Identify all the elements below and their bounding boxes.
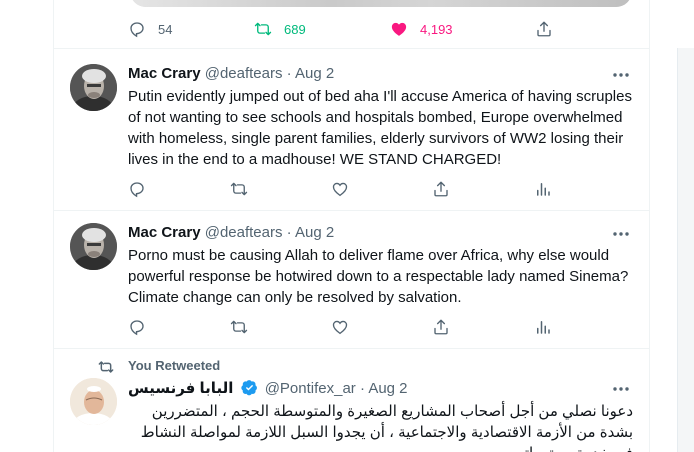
verified-icon bbox=[240, 380, 257, 396]
reply-count: 54 bbox=[158, 21, 173, 37]
previous-tweet[interactable]: 54 689 4,193 bbox=[54, 0, 649, 49]
tweet-header: Mac Crary @deaftears · Aug 2 bbox=[128, 224, 334, 241]
retweet-icon bbox=[230, 182, 248, 196]
tweet-text: Putin evidently jumped out of bed aha I'… bbox=[128, 88, 632, 168]
author-handle[interactable]: @deaftears bbox=[205, 224, 283, 241]
tweet-text: Porno must be causing Allah to deliver f… bbox=[128, 247, 629, 306]
tweet-text: دعونا نصلي من أجل أصحاب المشاريع الصغيرة… bbox=[128, 401, 633, 452]
like-icon bbox=[332, 320, 348, 335]
tweet-actions: 54 689 4,193 bbox=[54, 19, 649, 39]
avatar[interactable] bbox=[70, 223, 117, 270]
share-button[interactable] bbox=[432, 317, 450, 337]
share-icon bbox=[434, 181, 448, 197]
analytics-icon bbox=[537, 321, 550, 334]
like-icon bbox=[332, 182, 348, 197]
avatar[interactable] bbox=[70, 378, 117, 425]
analytics-button[interactable] bbox=[534, 179, 552, 199]
avatar[interactable] bbox=[70, 64, 117, 111]
retweeted-label[interactable]: You Retweeted bbox=[128, 358, 220, 373]
tweet[interactable]: You Retweeted البابا فرنسيس @Pontifex_ar… bbox=[54, 349, 649, 452]
share-button[interactable] bbox=[432, 179, 450, 199]
tweet-date[interactable]: Aug 2 bbox=[368, 380, 407, 397]
tweet-actions bbox=[54, 179, 649, 199]
retweet-icon bbox=[230, 320, 248, 334]
reply-icon bbox=[130, 22, 144, 38]
tweet[interactable]: Mac Crary @deaftears · Aug 2 Putin evide… bbox=[54, 49, 649, 211]
reply-button[interactable] bbox=[128, 179, 146, 199]
author-name[interactable]: Mac Crary bbox=[128, 65, 201, 82]
like-button[interactable]: 4,193 bbox=[390, 19, 453, 39]
tweet-header: Mac Crary @deaftears · Aug 2 bbox=[128, 65, 334, 82]
separator: · bbox=[286, 224, 292, 241]
like-button[interactable] bbox=[331, 179, 349, 199]
tweet-date[interactable]: Aug 2 bbox=[295, 65, 334, 82]
more-icon[interactable] bbox=[611, 226, 631, 242]
retweet-button[interactable] bbox=[230, 179, 248, 199]
share-icon bbox=[434, 319, 448, 335]
timeline: 54 689 4,193 Mac Crary @deaftears · Aug … bbox=[53, 0, 650, 452]
tweet-date[interactable]: Aug 2 bbox=[295, 224, 334, 241]
retweet-count: 689 bbox=[284, 21, 306, 37]
reply-icon bbox=[130, 182, 144, 198]
retweet-icon bbox=[254, 22, 272, 36]
tweet-text-line: دعونا نصلي من أجل أصحاب المشاريع الصغيرة… bbox=[151, 403, 633, 420]
tweet-media[interactable] bbox=[130, 0, 632, 7]
more-icon[interactable] bbox=[611, 381, 631, 397]
retweet-button[interactable] bbox=[230, 317, 248, 337]
share-icon bbox=[537, 21, 551, 37]
author-name[interactable]: البابا فرنسيس bbox=[128, 380, 233, 397]
separator: · bbox=[359, 380, 365, 397]
like-count: 4,193 bbox=[420, 21, 453, 37]
reply-button[interactable] bbox=[128, 317, 146, 337]
tweet-text-line: في خدمة مجتمعاتهم bbox=[128, 443, 633, 452]
separator: · bbox=[286, 65, 292, 82]
retweet-icon bbox=[98, 361, 114, 373]
like-icon bbox=[391, 22, 407, 36]
share-button[interactable] bbox=[535, 19, 553, 39]
author-handle[interactable]: @deaftears bbox=[205, 65, 283, 82]
analytics-icon bbox=[537, 183, 550, 196]
more-icon[interactable] bbox=[611, 67, 631, 83]
analytics-button[interactable] bbox=[534, 317, 552, 337]
author-handle[interactable]: @Pontifex_ar bbox=[265, 380, 356, 397]
tweet-text-line: بشدة من الأزمة الاقتصادية والاجتماعية ، … bbox=[140, 424, 633, 441]
tweet-header: البابا فرنسيس @Pontifex_ar · Aug 2 bbox=[128, 379, 408, 397]
reply-icon bbox=[130, 320, 144, 336]
like-button[interactable] bbox=[331, 317, 349, 337]
retweet-button[interactable]: 689 bbox=[254, 19, 306, 39]
tweet-actions bbox=[54, 317, 649, 337]
scrollbar-track[interactable] bbox=[677, 48, 694, 452]
reply-button[interactable]: 54 bbox=[128, 19, 172, 39]
tweet[interactable]: Mac Crary @deaftears · Aug 2 Porno must … bbox=[54, 211, 649, 349]
author-name[interactable]: Mac Crary bbox=[128, 224, 201, 241]
